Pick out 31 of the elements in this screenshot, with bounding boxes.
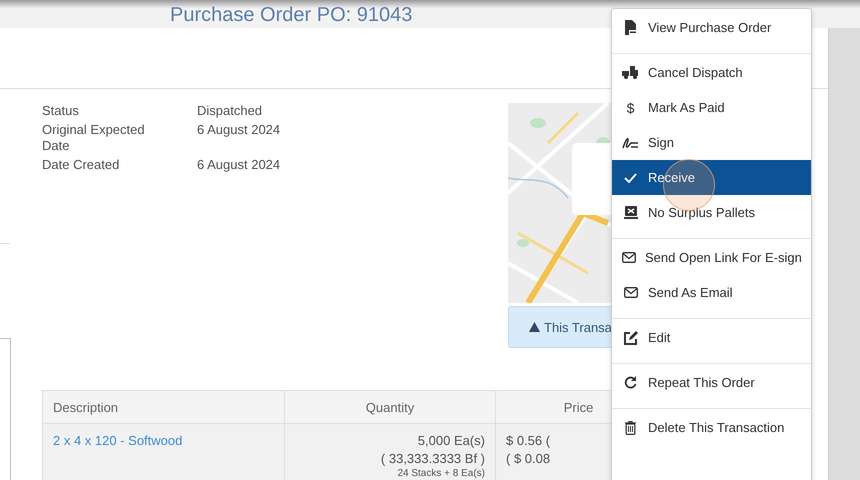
menu-item[interactable]: View Purchase Order bbox=[612, 10, 811, 45]
menu-item[interactable]: Send As Email bbox=[612, 275, 811, 310]
column-header: Description bbox=[42, 390, 284, 424]
menu-item[interactable]: Sign bbox=[612, 125, 811, 160]
truck-icon bbox=[622, 66, 639, 79]
signature-icon bbox=[622, 136, 639, 149]
mail-icon bbox=[624, 287, 638, 298]
detail-label: Original Expected Date bbox=[42, 122, 146, 154]
pdf-file-icon bbox=[624, 20, 637, 35]
detail-value: 6 August 2024 bbox=[197, 157, 282, 173]
menu-item[interactable]: Send Open Link For E-sign bbox=[612, 240, 811, 275]
trash-icon bbox=[625, 420, 636, 434]
dollar-icon: $ bbox=[626, 100, 634, 116]
refresh-icon bbox=[624, 376, 637, 389]
pallet-icon bbox=[624, 206, 638, 219]
menu-item[interactable]: Edit bbox=[612, 320, 811, 355]
column-header: Quantity bbox=[284, 390, 496, 424]
detail-label: Status bbox=[42, 103, 80, 119]
detail-label: Date Created bbox=[42, 157, 120, 173]
menu-item[interactable]: Cancel Dispatch bbox=[612, 55, 811, 90]
mail-icon bbox=[622, 252, 636, 263]
menu-item[interactable]: No Surplus Pallets bbox=[612, 195, 811, 230]
table-cell: 5,000 Ea(s) ( 33,333.3333 Bf ) 24 Stacks + 8 Ea(s) bbox=[284, 424, 496, 480]
edit-icon bbox=[624, 330, 638, 344]
check-icon bbox=[624, 172, 637, 182]
detail-value: 6 August 2024 bbox=[197, 122, 282, 139]
page-title: Purchase Order PO: 91043 bbox=[170, 3, 412, 28]
alert-text: This Transa bbox=[544, 320, 612, 334]
detail-value: Dispatched bbox=[197, 103, 264, 119]
warning-icon bbox=[529, 322, 540, 332]
menu-item[interactable]: $ Mark As Paid bbox=[612, 90, 811, 125]
